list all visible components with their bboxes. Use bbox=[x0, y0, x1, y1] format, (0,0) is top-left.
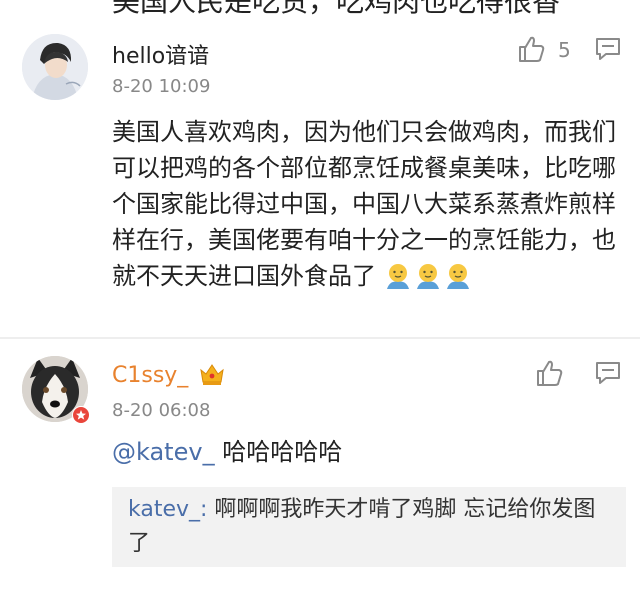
comment-username[interactable]: C1ssy_ bbox=[112, 362, 225, 392]
comment-timestamp: 8-20 06:08 bbox=[112, 400, 211, 421]
comment-username[interactable]: hello谙谙 bbox=[112, 38, 209, 70]
thumbs-up-icon[interactable] bbox=[516, 34, 546, 68]
like-count: 5 bbox=[558, 38, 571, 62]
emoji-icon bbox=[446, 264, 469, 289]
vip-badge-icon bbox=[72, 406, 90, 424]
thumbs-up-icon[interactable] bbox=[534, 358, 564, 392]
reply-text: 哈哈哈哈哈 bbox=[214, 438, 343, 466]
quoted-comment[interactable]: katev_: 啊啊啊我昨天才啃了鸡脚 忘记给你发图了 bbox=[112, 487, 626, 567]
avatar[interactable] bbox=[22, 34, 88, 100]
reply-icon[interactable] bbox=[594, 36, 622, 66]
comment-text: @katev_ 哈哈哈哈哈 bbox=[112, 434, 622, 470]
comment-text: 美国人喜欢鸡肉，因为他们只会做鸡肉，而我们可以把鸡的各个部位都烹饪成餐桌美味，比… bbox=[112, 114, 622, 294]
reply-icon[interactable] bbox=[594, 360, 622, 390]
emoji-group bbox=[376, 262, 474, 290]
previous-comment-text: 美国人民是吃货，吃鸡肉也吃得很香 bbox=[112, 0, 561, 18]
mention-link[interactable]: @katev_ bbox=[112, 438, 215, 466]
emoji-icon bbox=[386, 264, 409, 289]
avatar[interactable] bbox=[22, 356, 90, 424]
previous-comment-cutoff: 美国人民是吃货，吃鸡肉也吃得很香 bbox=[0, 0, 640, 18]
quoted-username[interactable]: katev_: bbox=[128, 497, 207, 522]
comment-timestamp: 8-20 10:09 bbox=[112, 76, 211, 97]
comment-divider bbox=[0, 337, 640, 339]
emoji-icon bbox=[416, 264, 439, 289]
comment-body: 美国人喜欢鸡肉，因为他们只会做鸡肉，而我们可以把鸡的各个部位都烹饪成餐桌美味，比… bbox=[112, 118, 616, 290]
quoted-text-block: katev_: 啊啊啊我昨天才啃了鸡脚 忘记给你发图了 bbox=[128, 493, 608, 561]
crown-icon bbox=[199, 362, 225, 392]
username-text: C1ssy_ bbox=[112, 363, 189, 388]
